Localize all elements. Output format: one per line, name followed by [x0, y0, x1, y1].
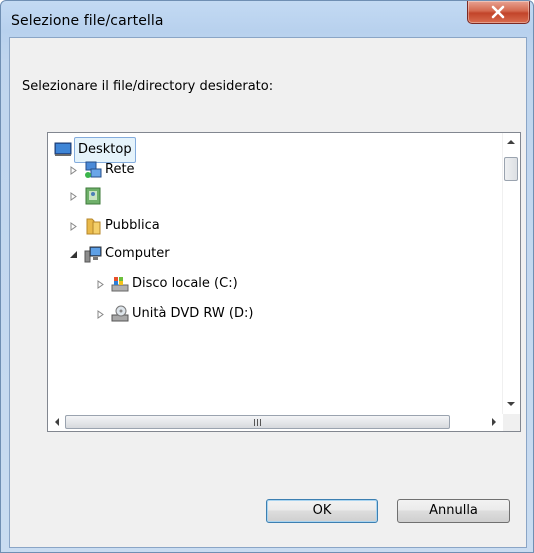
folder-tree[interactable]: Desktop Rete Pubblica Computer Disco loc…: [47, 132, 521, 432]
tree-item-computer[interactable]: Computer: [48, 243, 248, 265]
horizontal-scrollbar[interactable]: [48, 414, 503, 431]
user-folder-icon: [85, 187, 101, 205]
computer-icon: [84, 246, 102, 263]
grip-icon: [254, 419, 262, 426]
tree-item-dvd-d[interactable]: Unità DVD RW (D:): [48, 303, 308, 325]
vertical-scrollbar[interactable]: [502, 133, 520, 414]
close-icon: [491, 5, 505, 19]
tree-item-label: Disco locale (C:): [132, 276, 238, 291]
tree-item-label: Computer: [105, 246, 170, 261]
dialog-window: Selezione file/cartella Selezionare il f…: [0, 0, 534, 553]
folder-icon: [86, 218, 101, 235]
tree-item-label: Unità DVD RW (D:): [132, 306, 254, 321]
tree-item-label: Pubblica: [105, 218, 160, 233]
expand-arrow-icon[interactable]: [69, 166, 78, 175]
scroll-left-arrow-icon[interactable]: [55, 418, 59, 426]
network-icon: [85, 161, 102, 178]
expand-arrow-icon[interactable]: [69, 192, 78, 201]
expand-arrow-icon[interactable]: [69, 222, 78, 231]
ok-button[interactable]: OK: [266, 499, 378, 523]
close-button[interactable]: [467, 1, 530, 24]
scroll-right-arrow-icon[interactable]: [492, 418, 496, 426]
window-title: Selezione file/cartella: [11, 13, 164, 29]
vertical-scroll-thumb[interactable]: [504, 157, 518, 181]
hard-drive-icon: [111, 277, 129, 292]
collapse-arrow-icon[interactable]: [69, 250, 78, 259]
tree-item-label: Rete: [105, 162, 135, 177]
horizontal-scroll-thumb[interactable]: [65, 415, 450, 429]
scroll-up-arrow-icon[interactable]: [507, 140, 515, 144]
scrollbar-corner: [503, 414, 520, 431]
tree-item-pubblica[interactable]: Pubblica: [48, 215, 248, 237]
scroll-down-arrow-icon[interactable]: [507, 402, 515, 406]
dialog-body: Selezionare il file/directory desiderato…: [9, 37, 527, 548]
title-bar[interactable]: Selezione file/cartella: [1, 1, 533, 37]
prompt-label: Selezionare il file/directory desiderato…: [22, 79, 274, 94]
desktop-icon: [54, 142, 72, 156]
expand-arrow-icon[interactable]: [96, 310, 105, 319]
expand-arrow-icon[interactable]: [96, 280, 105, 289]
cancel-button[interactable]: Annulla: [397, 499, 510, 523]
tree-item-rete[interactable]: Rete: [48, 159, 248, 181]
tree-item-user[interactable]: [48, 185, 248, 207]
dvd-drive-icon: [111, 305, 129, 322]
tree-item-disco-c[interactable]: Disco locale (C:): [48, 273, 308, 295]
